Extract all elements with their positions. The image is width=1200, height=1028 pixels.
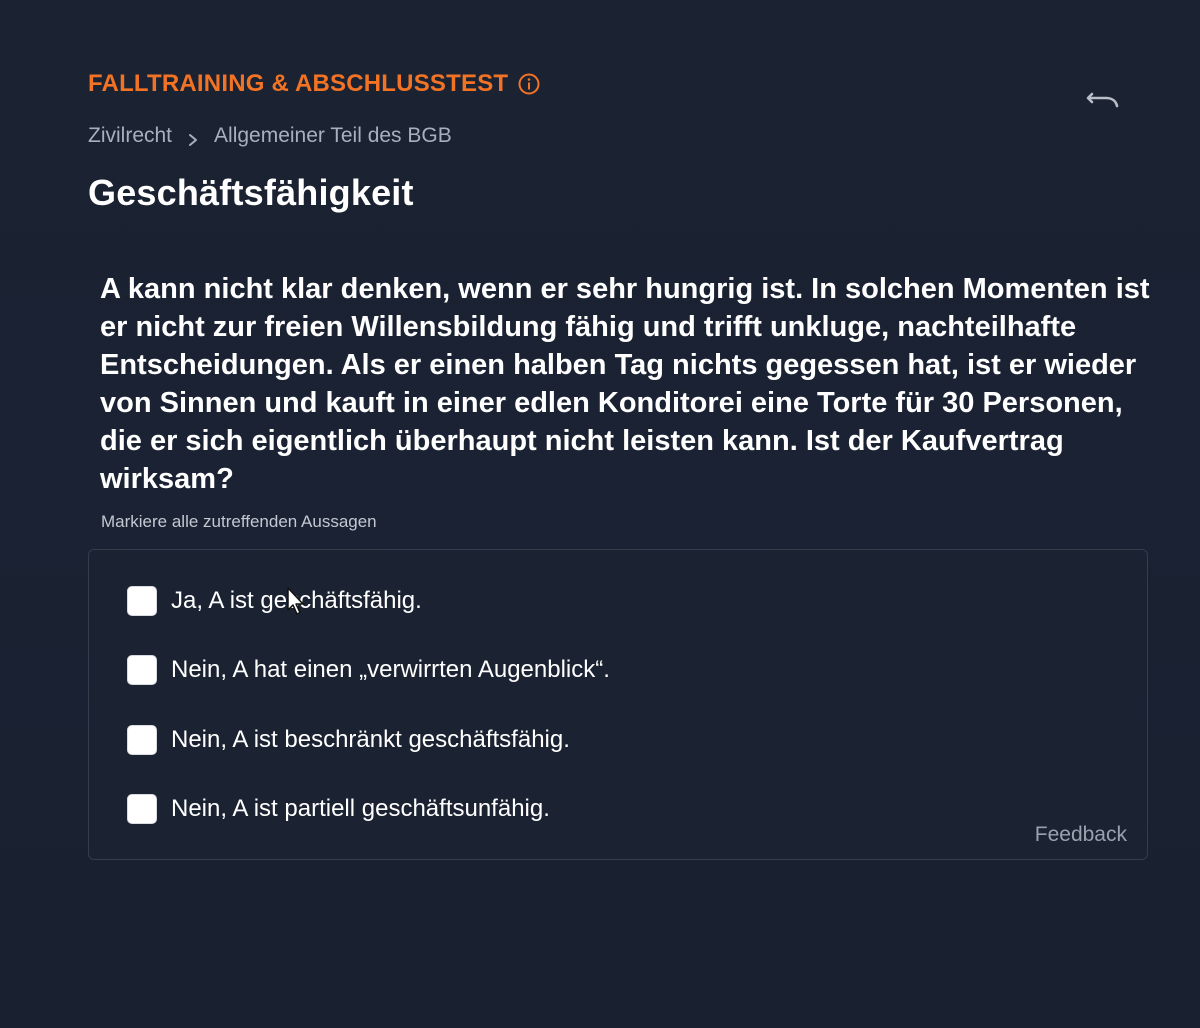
section-header: FALLTRAINING & ABSCHLUSSTEST: [88, 70, 540, 98]
option-3[interactable]: Nein, A ist beschränkt geschäftsfähig.: [127, 725, 570, 755]
undo-icon: [1086, 92, 1119, 108]
info-icon[interactable]: [518, 73, 540, 95]
feedback-link[interactable]: Feedback: [1035, 823, 1127, 847]
option-4-checkbox[interactable]: [127, 794, 157, 824]
question-text: A kann nicht klar denken, wenn er sehr h…: [100, 273, 1150, 495]
option-1-label[interactable]: Ja, A ist geschäftsfähig.: [171, 587, 422, 615]
instruction-text: Markiere alle zutreffenden Aussagen: [101, 512, 377, 531]
breadcrumb: Zivilrecht Allgemeiner Teil des BGB: [88, 124, 452, 148]
option-4[interactable]: Nein, A ist partiell geschäftsunfähig.: [127, 794, 550, 824]
breadcrumb-item-allgemeiner-teil[interactable]: Allgemeiner Teil des BGB: [214, 124, 452, 148]
option-3-label[interactable]: Nein, A ist beschränkt geschäftsfähig.: [171, 726, 570, 754]
option-3-checkbox[interactable]: [127, 725, 157, 755]
breadcrumb-item-zivilrecht[interactable]: Zivilrecht: [88, 124, 172, 148]
option-2-checkbox[interactable]: [127, 655, 157, 685]
page-title: Geschäftsfähigkeit: [88, 172, 414, 213]
option-1-checkbox[interactable]: [127, 586, 157, 616]
chevron-right-icon: [186, 129, 200, 146]
option-2[interactable]: Nein, A hat einen „verwirrten Augenblick…: [127, 655, 610, 685]
undo-button[interactable]: [1084, 84, 1122, 114]
option-2-label[interactable]: Nein, A hat einen „verwirrten Augenblick…: [171, 656, 610, 684]
option-4-label[interactable]: Nein, A ist partiell geschäftsunfähig.: [171, 795, 550, 823]
section-label: FALLTRAINING & ABSCHLUSSTEST: [88, 70, 509, 97]
options-card: Ja, A ist geschäftsfähig. Nein, A hat ei…: [88, 549, 1148, 860]
option-1[interactable]: Ja, A ist geschäftsfähig.: [127, 586, 422, 616]
